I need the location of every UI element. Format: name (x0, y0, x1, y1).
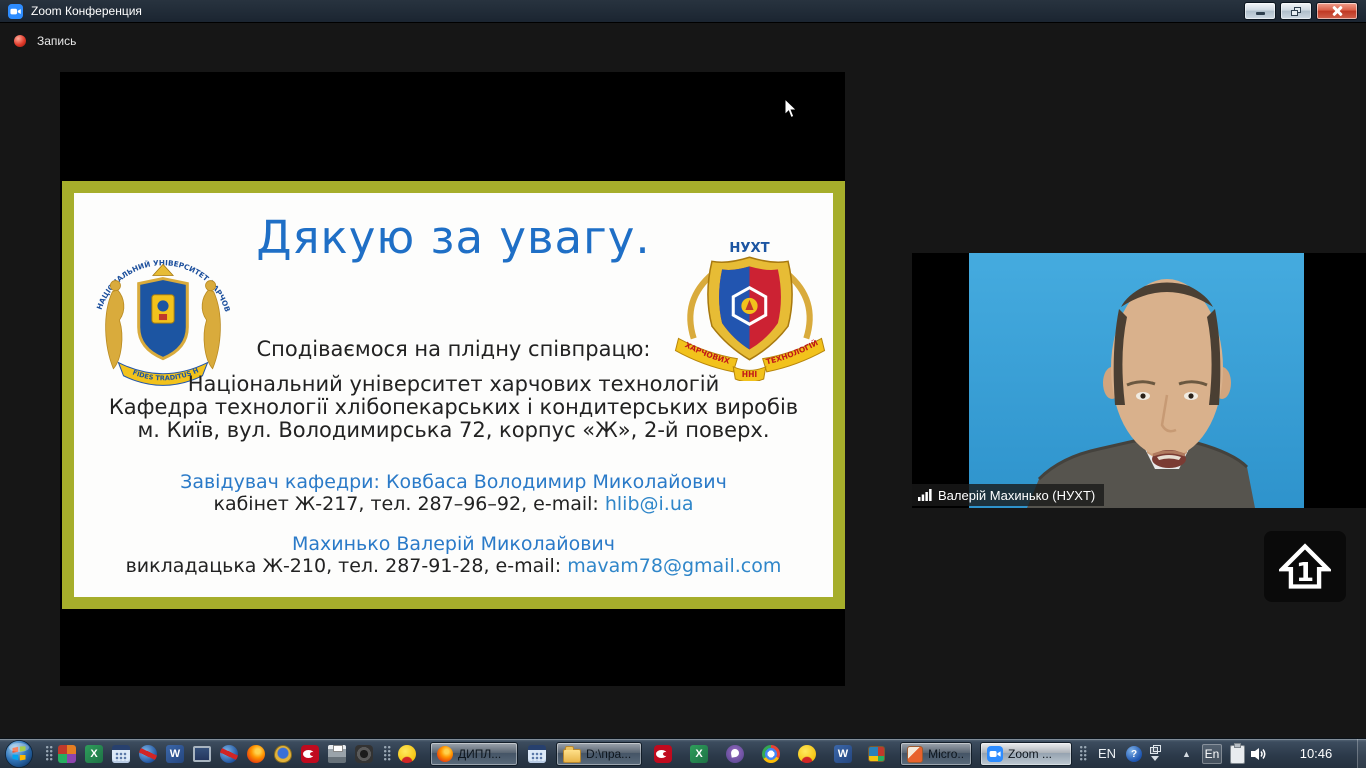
close-icon (1332, 6, 1342, 16)
quicklaunch-tiles-icon[interactable] (58, 745, 76, 763)
word-letter: W (169, 748, 181, 760)
quicklaunch-word-icon[interactable]: W (166, 745, 184, 763)
participant-name-tag: Валерій Махинько (НУХТ) (912, 484, 1105, 506)
taskbar-button-dipl[interactable]: ДИПЛ... (430, 742, 518, 766)
taskbar-chrome-icon[interactable] (762, 745, 780, 763)
recording-dot-icon (14, 35, 26, 47)
quicklaunch-camera-icon[interactable] (355, 745, 373, 763)
contact2-details: викладацька Ж-210, тел. 287-91-28, e-mai… (74, 555, 833, 577)
webcam-video-feed (969, 253, 1304, 508)
taskbar: X W ДИПЛ... D:\пра... X W Micro... Zoom … (0, 738, 1366, 768)
restore-button[interactable] (1280, 2, 1312, 20)
start-button[interactable] (4, 739, 34, 768)
help-glyph: ? (1130, 748, 1138, 760)
quicklaunch-shield-icon[interactable] (274, 745, 292, 763)
clipboard-tray-icon[interactable] (1230, 743, 1245, 764)
taskbar-excel-icon[interactable]: X (690, 745, 708, 763)
language-indicator-tray[interactable]: En (1202, 744, 1222, 764)
restore-window-mini-icon[interactable] (1150, 745, 1161, 754)
participant-video-tile[interactable]: Валерій Махинько (НУХТ) (912, 253, 1366, 508)
zoom-app-icon (8, 3, 23, 19)
quicklaunch-globe-icon[interactable] (139, 745, 157, 763)
taskbar-button-microsoft[interactable]: Micro... (900, 742, 972, 766)
signal-bars-icon (918, 489, 932, 501)
recording-label: Запись (37, 34, 77, 48)
folder-icon (563, 745, 581, 763)
contact2-email: mavam78@gmail.com (567, 555, 782, 577)
contact1-details: кабінет Ж-217, тел. 287–96–92, e-mail: h… (74, 493, 833, 515)
excel-letter: X (695, 748, 703, 760)
show-desktop-button[interactable] (1357, 739, 1366, 768)
firefox-icon (437, 746, 453, 762)
taskbar-drag-handle[interactable] (384, 746, 391, 762)
quicklaunch-excel-icon[interactable]: X (85, 745, 103, 763)
keyboard-layout-indicator[interactable]: 1 (1264, 531, 1346, 602)
chevron-down-icon[interactable] (1151, 756, 1159, 761)
help-icon[interactable]: ? (1126, 746, 1142, 762)
contact1-email: hlib@i.ua (604, 493, 694, 515)
contact1-name: Завідувач кафедри: Ковбаса Володимир Мик… (180, 471, 727, 493)
taskbar-drag-handle[interactable] (46, 746, 53, 762)
taskbar-word-icon[interactable]: W (834, 745, 852, 763)
minimize-button[interactable] (1244, 2, 1276, 20)
layout-arrow-icon: 1 (1279, 542, 1331, 589)
window-title: Zoom Конференция (31, 4, 142, 18)
shared-screen-area: Дякую за увагу. НАЦІОНАЛЬНИЙ УНІВЕРСИТЕТ… (60, 72, 845, 686)
contact1-details-text: кабінет Ж-217, тел. 287–96–92, e-mail: (213, 493, 605, 515)
slide-address-block: Національний університет харчових технол… (74, 373, 833, 442)
language-indicator-outer[interactable]: EN (1098, 746, 1116, 761)
word-letter: W (837, 748, 849, 760)
taskbar-button-zoom[interactable]: Zoom ... (980, 742, 1072, 766)
contact2-details-text: викладацька Ж-210, тел. 287-91-28, e-mai… (125, 555, 568, 577)
restore-icon (1291, 6, 1301, 16)
university-coat-of-arms-left: НАЦІОНАЛЬНИЙ УНІВЕРСИТЕТ ХАРЧОВИХ ТЕХНОЛ… (82, 233, 232, 386)
quicklaunch-globe2-icon[interactable] (220, 745, 238, 763)
slide-subtitle: Сподіваємося на плідну співпрацю: (256, 337, 651, 361)
svg-text:НУХТ: НУХТ (729, 241, 769, 256)
address-line: Кафедра технології хлібопекарських і кон… (108, 395, 799, 419)
taskbar-viber-icon[interactable] (726, 745, 744, 763)
taskbar-photos-icon[interactable] (868, 746, 885, 762)
excel-letter: X (90, 748, 98, 760)
recording-indicator[interactable]: Запись (14, 34, 76, 48)
taskbar-button-label: Micro... (928, 747, 965, 761)
taskbar-consultant-icon[interactable] (654, 745, 672, 763)
taskbar-chick2-icon[interactable] (798, 745, 816, 763)
zoom-icon (987, 746, 1003, 762)
address-line: м. Київ, вул. Володимирська 72, корпус «… (137, 418, 770, 442)
quicklaunch-monitor-icon[interactable] (193, 746, 211, 762)
presentation-slide: Дякую за увагу. НАЦІОНАЛЬНИЙ УНІВЕРСИТЕТ… (62, 181, 845, 609)
taskbar-button-label: D:\пра... (586, 747, 632, 761)
speaker-icon[interactable] (1250, 747, 1268, 761)
quicklaunch-consultant-icon[interactable] (301, 745, 319, 763)
clock[interactable]: 10:46 (1288, 739, 1344, 768)
minimize-icon (1255, 12, 1265, 15)
participant-name: Валерій Махинько (НУХТ) (938, 487, 1096, 503)
quicklaunch-printer-icon[interactable] (328, 745, 346, 763)
office-icon (907, 745, 924, 763)
quicklaunch-firefox-icon[interactable] (247, 745, 265, 763)
mouse-cursor (784, 98, 798, 119)
address-line: Національний університет харчових технол… (187, 372, 720, 396)
svg-text:1: 1 (1296, 558, 1314, 588)
quick-launch-bar: X W (58, 745, 373, 763)
taskbar-button-label: Zoom ... (1008, 747, 1053, 761)
show-hidden-icons-button[interactable]: ▲ (1182, 749, 1191, 759)
window-controls (1244, 2, 1358, 20)
taskbar-button-folder[interactable]: D:\пра... (556, 742, 642, 766)
close-button[interactable] (1316, 2, 1358, 20)
taskbar-chick-icon[interactable] (398, 745, 416, 763)
quicklaunch-calculator-icon[interactable] (112, 745, 130, 763)
taskbar-drag-handle[interactable] (1080, 746, 1087, 762)
zoom-meeting-window: Zoom Конференция Запись Дякую за увагу. … (0, 0, 1366, 768)
taskbar-button-label: ДИПЛ... (458, 747, 502, 761)
taskbar-calculator-icon[interactable] (528, 745, 546, 763)
contact2-name: Махинько Валерій Миколайович (292, 533, 615, 555)
window-titlebar: Zoom Конференция (0, 0, 1366, 23)
